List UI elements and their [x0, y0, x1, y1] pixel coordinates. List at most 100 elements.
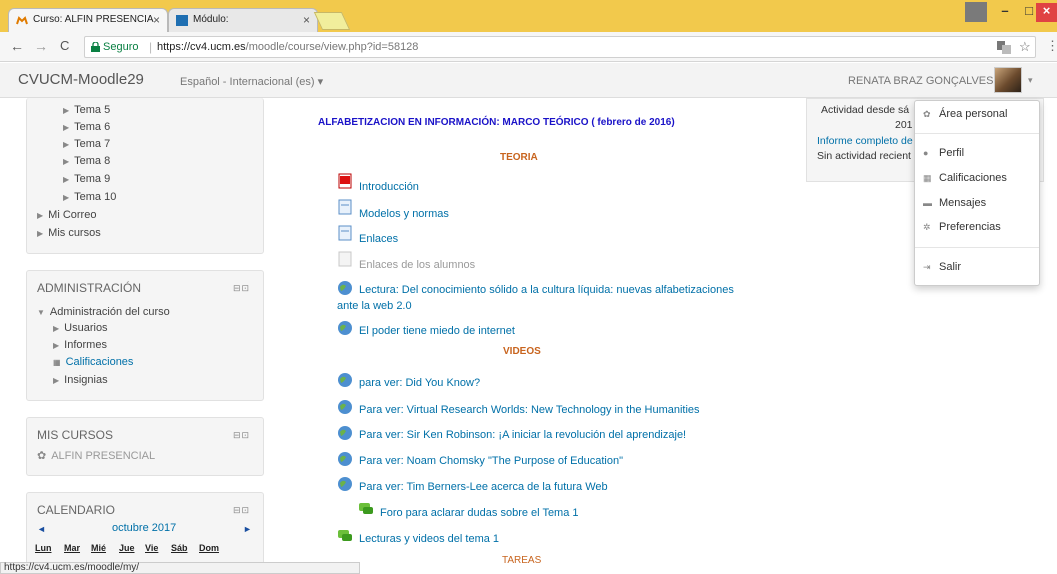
menu-divider: [915, 247, 1039, 248]
tab-module[interactable]: Módulo: ×: [168, 8, 318, 32]
moodle-favicon-icon: [16, 16, 28, 25]
tree-item-mis-cursos[interactable]: ▶ Mis cursos: [37, 227, 101, 239]
page-favicon-icon: [176, 15, 188, 26]
tree-item-tema6[interactable]: ▶ Tema 6: [63, 121, 110, 133]
menu-divider: [915, 133, 1039, 134]
new-tab-button[interactable]: [313, 12, 351, 30]
block-controls-icon[interactable]: ⊟⊡: [233, 430, 250, 441]
url-field[interactable]: Seguro | https://cv4.ucm.es/moodle/cours…: [84, 36, 1036, 58]
avatar[interactable]: [994, 67, 1022, 93]
menu-item-perfil[interactable]: ● Perfil: [923, 147, 964, 159]
calendar-day-dom: Dom: [199, 543, 219, 553]
activity-lecturas-videos[interactable]: Lecturas y videos del tema 1: [359, 533, 499, 545]
tree-item-tema9[interactable]: ▶ Tema 9: [63, 173, 110, 185]
tab-close-icon[interactable]: ×: [153, 13, 160, 27]
page-file-icon: [338, 225, 352, 241]
gear-icon: ✲: [923, 222, 931, 232]
navigation-block: ▶ Tema 5 ▶ Tema 6 ▶ Tema 7 ▶ Tema 8 ▶ Tema 9 …: [26, 98, 264, 254]
tab-close-icon[interactable]: ×: [303, 13, 310, 27]
section-heading-tareas: TAREAS: [502, 555, 542, 566]
minimize-button[interactable]: –: [992, 3, 1018, 22]
section-title: ALFABETIZACION EN INFORMACIÓN: MARCO TEÓ…: [318, 117, 675, 128]
activity-video-ken-robinson[interactable]: Para ver: Sir Ken Robinson: ¡A iniciar l…: [359, 429, 686, 441]
tab-module-label: Módulo:: [193, 14, 229, 25]
block-controls-icon[interactable]: ⊟⊡: [233, 505, 250, 516]
menu-item-preferencias[interactable]: ✲ Preferencias: [923, 221, 1001, 233]
administration-block: ADMINISTRACIÓN ⊟⊡ ▼ Administración del cu…: [26, 270, 264, 401]
pdf-file-icon: [338, 173, 352, 189]
tree-item-tema10[interactable]: ▶ Tema 10: [63, 191, 116, 203]
calendar-day-vie: Vie: [145, 543, 159, 553]
language-selector[interactable]: Español - Internacional (es) ▾: [180, 75, 323, 88]
user-profile-icon[interactable]: [965, 2, 987, 22]
url-globe-icon: [338, 426, 352, 440]
lock-icon: [91, 42, 100, 52]
grades-icon: ▦: [923, 173, 932, 183]
block-controls-icon[interactable]: ⊟⊡: [233, 283, 250, 294]
menu-item-mensajes[interactable]: ▬ Mensajes: [923, 197, 986, 209]
tree-item-usuarios[interactable]: ▶ Usuarios: [53, 322, 108, 334]
dashboard-icon: ✿: [923, 109, 931, 119]
activity-lectura-line2[interactable]: ante la web 2.0: [337, 300, 412, 312]
page-file-icon: [338, 199, 352, 215]
no-activity-text: Sin actividad recient: [817, 150, 911, 162]
tree-item-tema7[interactable]: ▶ Tema 7: [63, 138, 110, 150]
site-navbar: CVUCM-Moodle29 Español - Internacional (…: [0, 63, 1057, 98]
calendar-day-sab: Sáb: [171, 543, 188, 553]
tab-course[interactable]: Curso: ALFIN PRESENCIA ×: [8, 8, 168, 32]
section-heading-videos: VIDEOS: [503, 346, 541, 357]
translate-icon[interactable]: [997, 41, 1011, 54]
activity-modelos-normas[interactable]: Modelos y normas: [359, 208, 449, 220]
calendar-prev-icon[interactable]: ◄: [37, 524, 46, 534]
tree-item-calificaciones[interactable]: ▦ Calificaciones: [53, 356, 133, 368]
activity-lectura[interactable]: Lectura: Del conocimiento sólido a la cu…: [359, 284, 734, 296]
calendar-day-mie: Mié: [91, 543, 107, 553]
calendar-next-icon[interactable]: ►: [243, 524, 252, 534]
menu-item-salir[interactable]: ⇥ Salir: [923, 261, 961, 273]
url-text: https://cv4.ucm.es/moodle/course/view.ph…: [157, 41, 419, 53]
calendar-day-jue: Jue: [119, 543, 135, 553]
user-menu-caret-icon[interactable]: ▾: [1028, 75, 1033, 86]
back-button[interactable]: ←: [10, 38, 24, 54]
url-globe-icon: [338, 477, 352, 491]
page-file-icon: [338, 251, 352, 267]
browser-menu-icon[interactable]: ⋮: [1046, 38, 1057, 54]
activity-video-virtual-research[interactable]: Para ver: Virtual Research Worlds: New T…: [359, 404, 700, 416]
activity-enlaces[interactable]: Enlaces: [359, 233, 398, 245]
tree-item-tema8[interactable]: ▶ Tema 8: [63, 155, 110, 167]
forum-icon: [338, 530, 352, 541]
calendar-month[interactable]: octubre 2017: [112, 522, 176, 534]
menu-item-calificaciones[interactable]: ▦ Calificaciones: [923, 172, 1007, 184]
tab-course-label: Curso: ALFIN PRESENCIA: [33, 14, 154, 25]
course-link-alfin[interactable]: ✿ ALFIN PRESENCIAL: [37, 449, 155, 462]
user-dropdown-menu: ✿ Área personal ● Perfil ▦ Calificaciones ▬…: [914, 100, 1040, 286]
activity-forum-dudas[interactable]: Foro para aclarar dudas sobre el Tema 1: [380, 507, 579, 519]
activity-video-chomsky[interactable]: Para ver: Noam Chomsky "The Purpose of E…: [359, 455, 623, 467]
tree-item-informes[interactable]: ▶ Informes: [53, 339, 107, 351]
tree-item-insignias[interactable]: ▶ Insignias: [53, 374, 108, 386]
site-brand[interactable]: CVUCM-Moodle29: [18, 71, 144, 88]
calendar-day-mar: Mar: [64, 543, 81, 553]
activity-introduccion[interactable]: Introducción: [359, 181, 419, 193]
activity-video-berners-lee[interactable]: Para ver: Tim Berners-Lee acerca de la f…: [359, 481, 608, 493]
user-icon: ●: [923, 148, 929, 158]
activity-since-year: 201: [895, 119, 913, 131]
tree-item-mi-correo[interactable]: ▶ Mi Correo: [37, 209, 96, 221]
reload-button[interactable]: C: [60, 38, 69, 53]
full-report-link[interactable]: Informe completo de: [817, 135, 913, 147]
menu-item-area-personal[interactable]: ✿ Área personal: [923, 108, 1008, 120]
user-name[interactable]: RENATA BRAZ GONÇALVES: [848, 75, 993, 87]
calendar-day-lun: Lun: [35, 543, 52, 553]
forward-button[interactable]: →: [34, 38, 48, 54]
close-window-button[interactable]: ×: [1036, 3, 1057, 22]
tree-item-admin-course[interactable]: ▼ Administración del curso: [37, 306, 170, 318]
admin-block-title: ADMINISTRACIÓN: [37, 281, 142, 295]
activity-video-did-you-know[interactable]: para ver: Did You Know?: [359, 377, 480, 389]
bookmark-star-icon[interactable]: ☆: [1019, 39, 1031, 55]
activity-poder-miedo[interactable]: El poder tiene miedo de internet: [359, 325, 515, 337]
logout-icon: ⇥: [923, 262, 931, 272]
address-bar: ← → C Seguro | https://cv4.ucm.es/moodle…: [0, 32, 1057, 62]
tree-item-tema5[interactable]: ▶ Tema 5: [63, 104, 110, 116]
activity-enlaces-alumnos[interactable]: Enlaces de los alumnos: [359, 259, 475, 271]
url-globe-icon: [338, 373, 352, 387]
